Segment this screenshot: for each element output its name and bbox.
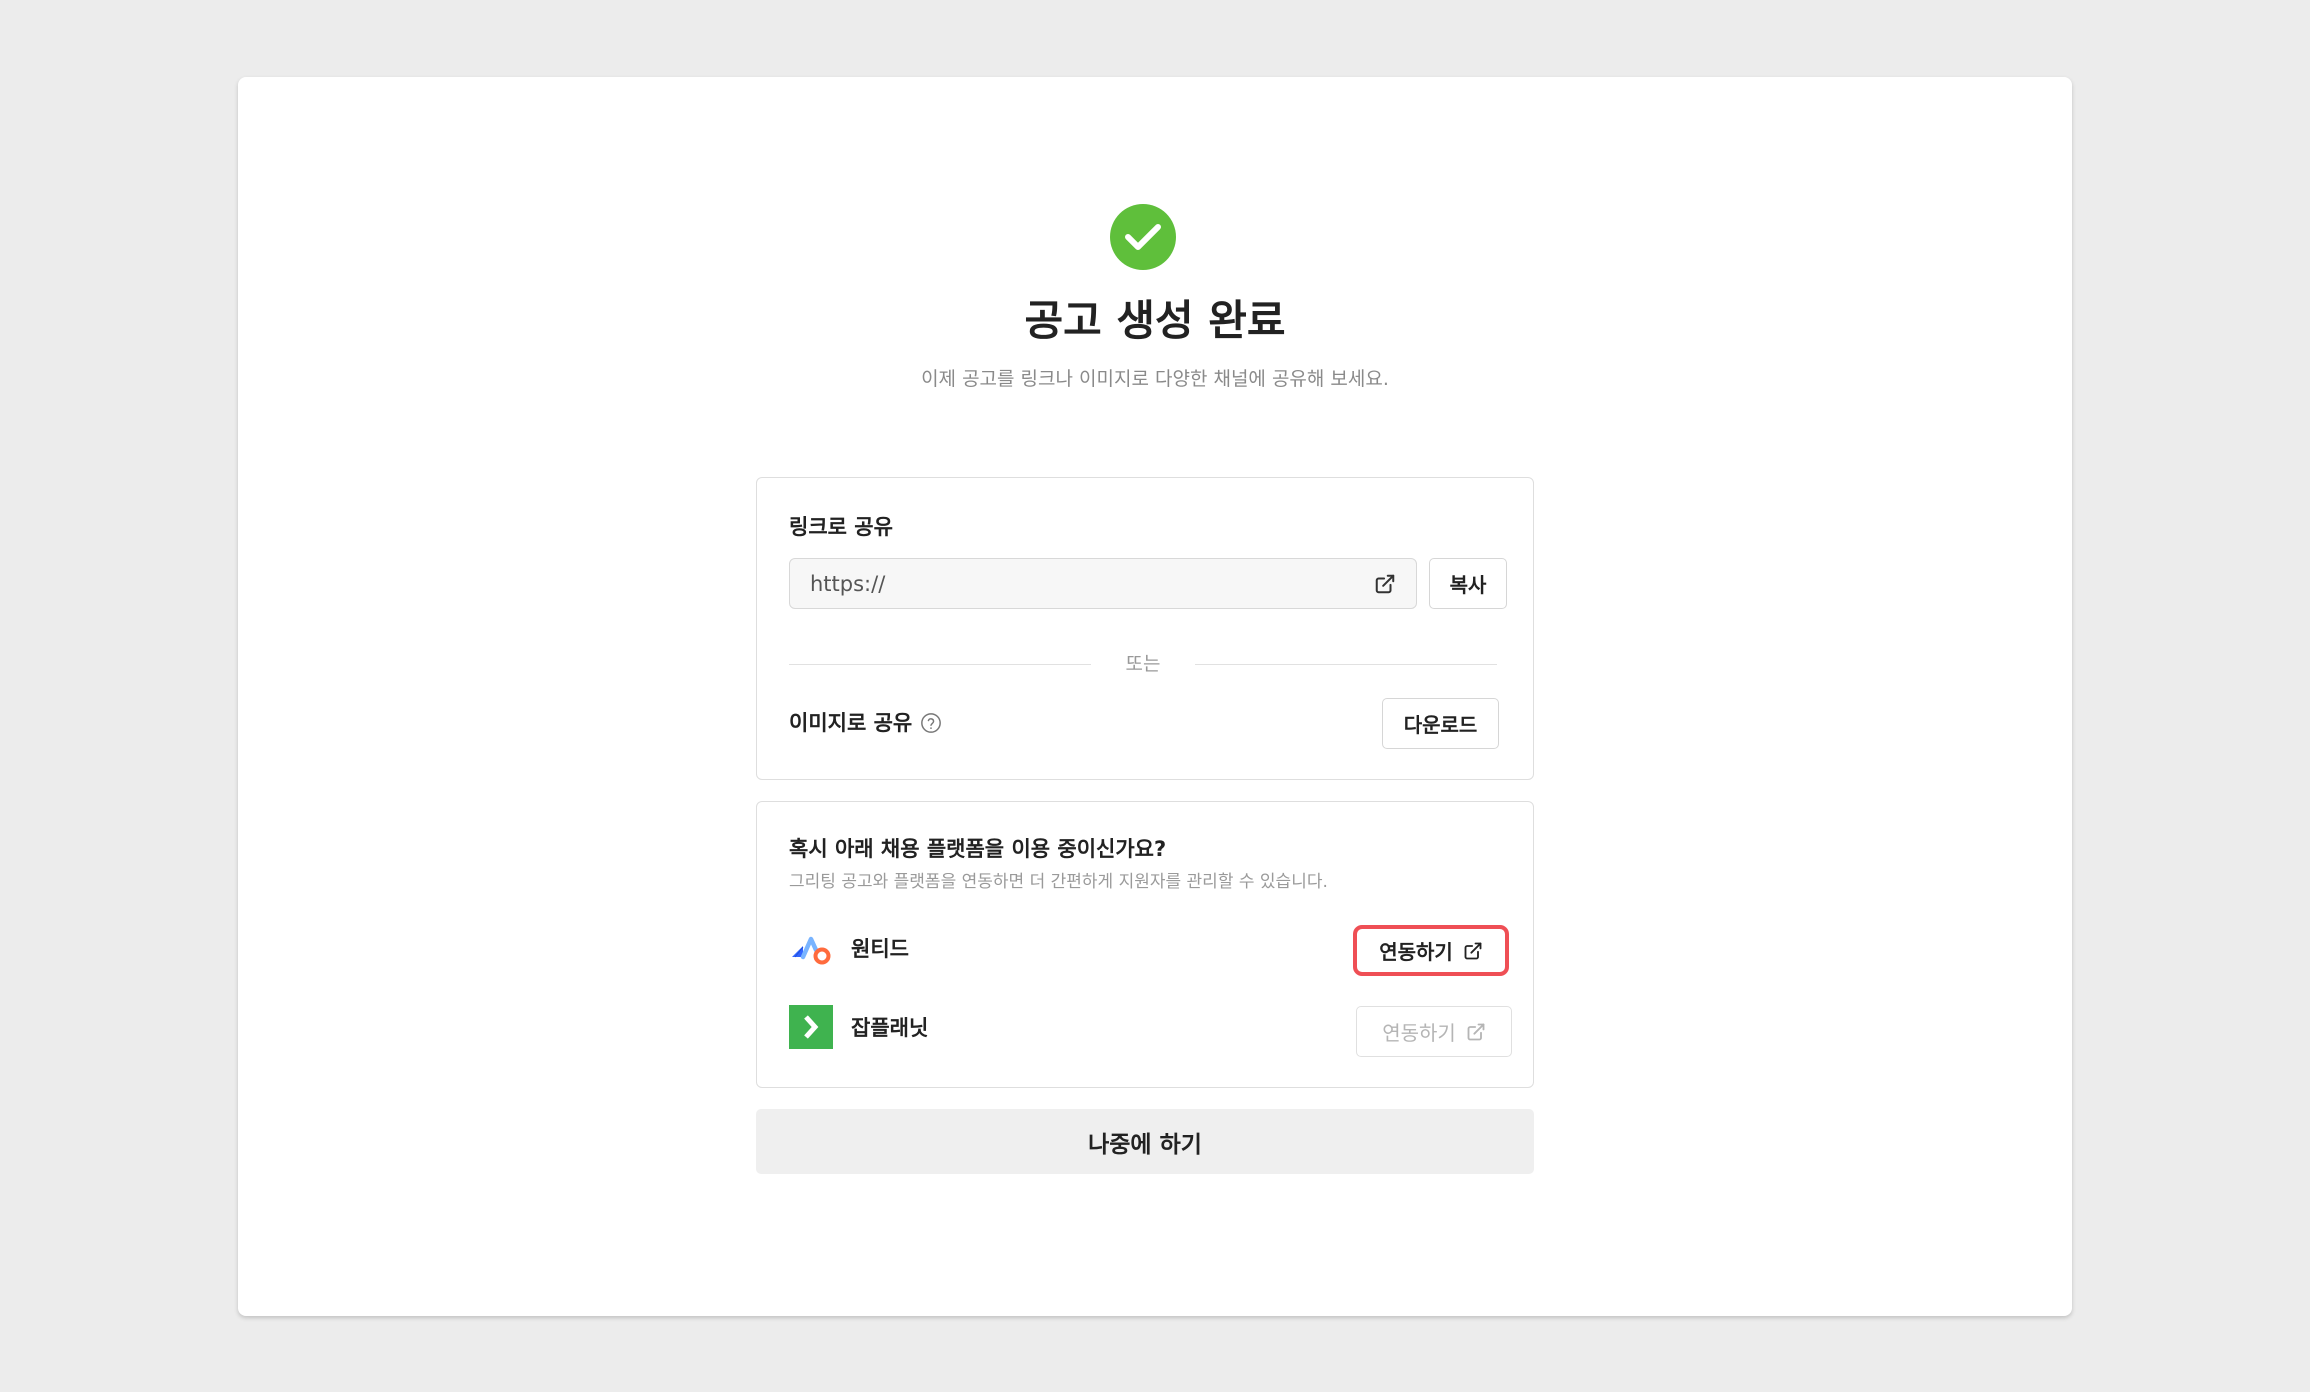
platform-item-jobplanet: 잡플래닛 <box>789 1005 928 1049</box>
page-title: 공고 생성 완료 <box>1024 296 1286 345</box>
divider-line-right <box>1195 664 1497 665</box>
success-check-icon <box>1110 204 1176 270</box>
platform-description: 그리팅 공고와 플랫폼을 연동하면 더 간편하게 지원자를 관리할 수 있습니다… <box>789 872 1328 892</box>
copy-button[interactable]: 복사 <box>1429 558 1507 609</box>
image-share-label: 이미지로 공유 <box>789 711 913 735</box>
connect-jobplanet-button[interactable]: 연동하기 <box>1356 1006 1512 1057</box>
platform-panel: 혹시 아래 채용 플랫폼을 이용 중이신가요? 그리팅 공고와 플랫폼을 연동하… <box>756 801 1534 1088</box>
share-panel: 링크로 공유 복사 또는 이미지로 공유 <box>756 477 1534 780</box>
connect-wanted-button[interactable]: 연동하기 <box>1353 925 1509 976</box>
help-icon[interactable] <box>920 712 942 734</box>
download-button[interactable]: 다운로드 <box>1382 698 1499 749</box>
connect-wanted-label: 연동하기 <box>1379 940 1453 964</box>
or-divider: 또는 <box>789 652 1497 676</box>
jobplanet-logo-icon <box>789 1005 833 1049</box>
later-button[interactable]: 나중에 하기 <box>756 1109 1534 1174</box>
external-link-icon <box>1466 1022 1486 1042</box>
external-link-icon[interactable] <box>1374 573 1396 595</box>
platform-name-jobplanet: 잡플래닛 <box>851 1016 929 1040</box>
share-url-field[interactable] <box>789 558 1417 609</box>
job-posting-complete-card: 공고 생성 완료 이제 공고를 링크나 이미지로 다양한 채널에 공유해 보세요… <box>238 77 2072 1316</box>
image-share-row: 이미지로 공유 <box>789 708 942 738</box>
wanted-logo-icon <box>789 926 833 970</box>
page-subtitle: 이제 공고를 링크나 이미지로 다양한 채널에 공유해 보세요. <box>921 368 1389 390</box>
connect-jobplanet-label: 연동하기 <box>1382 1021 1456 1045</box>
platform-item-wanted: 원티드 <box>789 926 909 970</box>
platform-question: 혹시 아래 채용 플랫폼을 이용 중이신가요? <box>789 837 1167 861</box>
platform-name-wanted: 원티드 <box>851 937 909 961</box>
external-link-icon <box>1463 941 1483 961</box>
share-url-input[interactable] <box>810 571 1374 596</box>
link-share-label: 링크로 공유 <box>789 515 893 539</box>
